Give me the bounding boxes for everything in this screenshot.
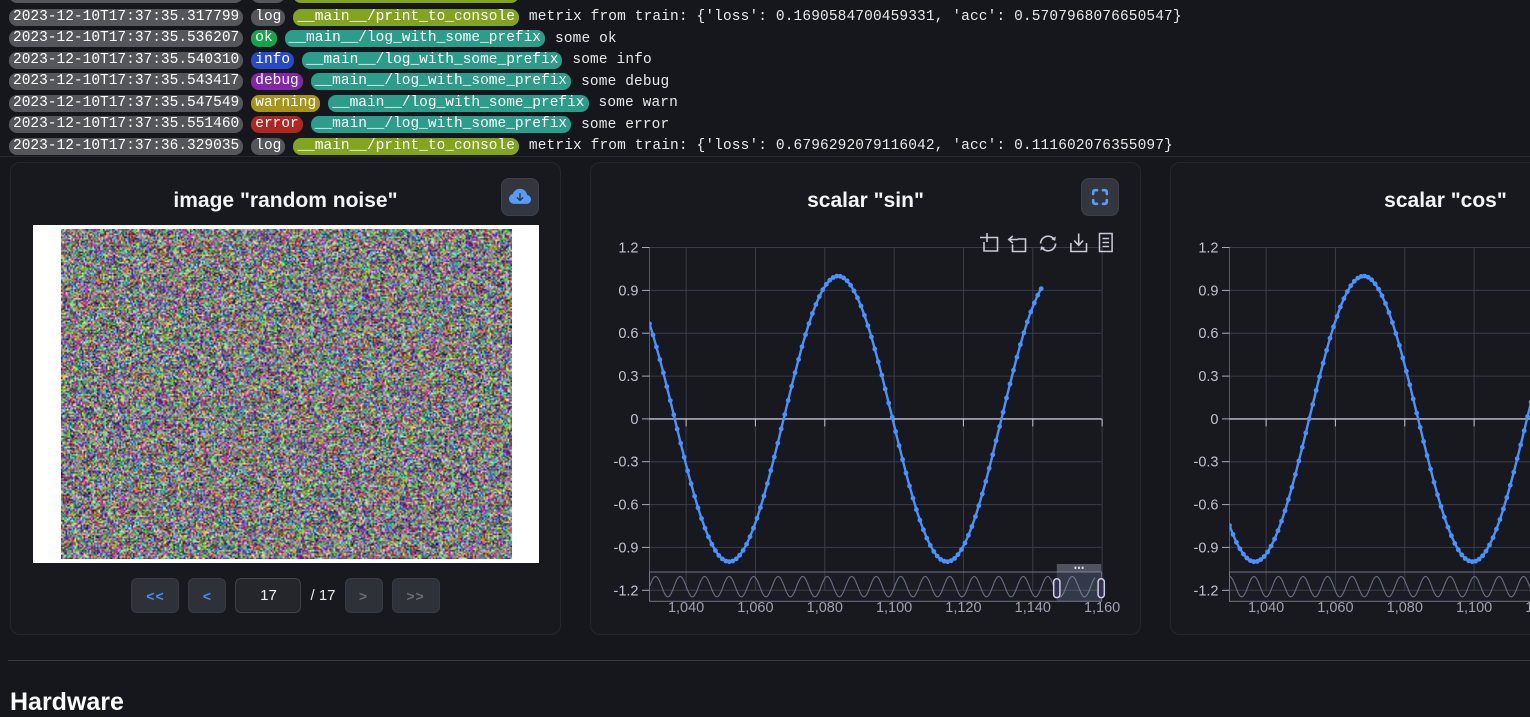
svg-text:0: 0 xyxy=(1210,412,1218,428)
svg-text:1,120: 1,120 xyxy=(945,600,981,616)
svg-text:1,060: 1,060 xyxy=(1317,600,1353,616)
svg-text:1,100: 1,100 xyxy=(1456,600,1492,616)
svg-text:0.6: 0.6 xyxy=(1198,326,1218,342)
svg-text:0.9: 0.9 xyxy=(618,283,638,299)
svg-text:1.2: 1.2 xyxy=(618,241,638,257)
svg-text:0: 0 xyxy=(630,412,638,428)
svg-text:1,060: 1,060 xyxy=(737,600,773,616)
svg-text:1,160: 1,160 xyxy=(1084,600,1120,616)
svg-text:-0.3: -0.3 xyxy=(614,455,639,471)
svg-text:1,040: 1,040 xyxy=(668,600,704,616)
svg-text:0.3: 0.3 xyxy=(1198,369,1218,385)
svg-text:0.3: 0.3 xyxy=(618,369,638,385)
svg-text:-0.3: -0.3 xyxy=(1194,455,1219,471)
svg-text:1.2: 1.2 xyxy=(1198,241,1218,257)
svg-text:0.9: 0.9 xyxy=(1198,283,1218,299)
svg-text:-1.2: -1.2 xyxy=(614,583,639,599)
svg-text:-0.6: -0.6 xyxy=(1194,498,1219,514)
svg-text:1,080: 1,080 xyxy=(1387,600,1423,616)
svg-text:-0.9: -0.9 xyxy=(1194,540,1219,556)
svg-text:0.6: 0.6 xyxy=(618,326,638,342)
svg-text:1,120: 1,120 xyxy=(1525,600,1530,616)
svg-text:-0.6: -0.6 xyxy=(614,498,639,514)
svg-text:-1.2: -1.2 xyxy=(1194,583,1219,599)
svg-text:1,080: 1,080 xyxy=(807,600,843,616)
svg-text:1,040: 1,040 xyxy=(1248,600,1284,616)
svg-text:1,100: 1,100 xyxy=(876,600,912,616)
svg-text:-0.9: -0.9 xyxy=(614,540,639,556)
svg-text:1,140: 1,140 xyxy=(1015,600,1051,616)
